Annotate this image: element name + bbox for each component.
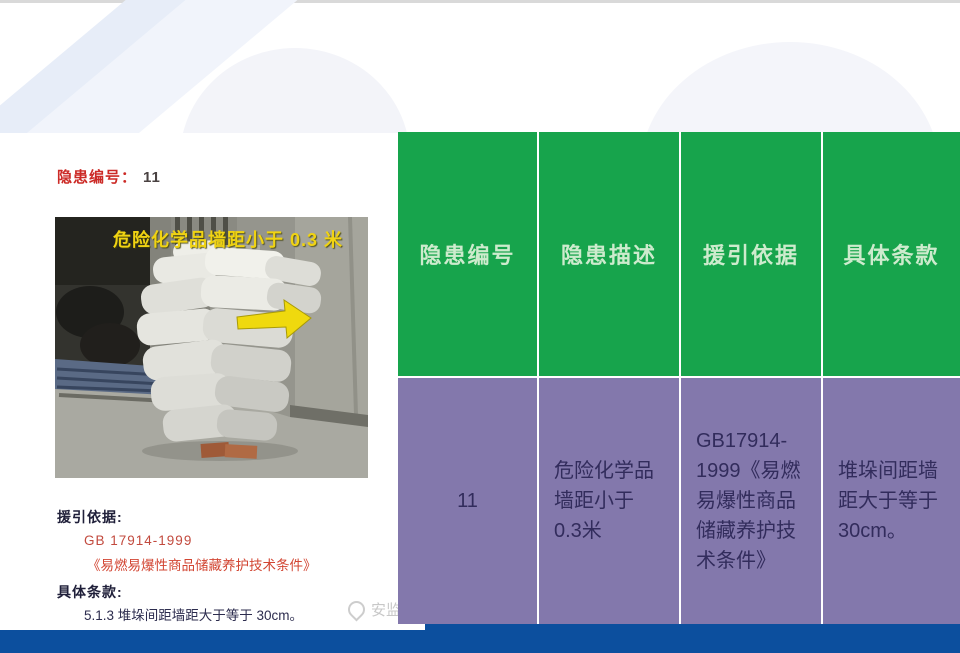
table-cell-hazard-id: 11 bbox=[398, 378, 537, 624]
photo-caption: 危险化学品墙距小于 0.3 米 bbox=[55, 226, 368, 252]
hazard-photo-illustration bbox=[55, 217, 368, 478]
citation-standard-title: 《易燃易爆性商品储藏养护技术条件》 bbox=[87, 559, 392, 574]
decor-hill bbox=[640, 42, 940, 133]
citation-clause-item: 5.1.3 堆垛间距墙距大于等于 30cm。 bbox=[84, 609, 392, 624]
hazard-number-note: 隐患编号： 11 bbox=[57, 166, 161, 187]
citation-clause-label: 具体条款: bbox=[57, 585, 392, 600]
hazard-photo: 危险化学品墙距小于 0.3 米 bbox=[55, 217, 368, 478]
table-cell-reference: GB17914- 1999《易燃 易爆性商品 储藏养护技 术条件》 bbox=[681, 378, 821, 624]
hazard-number-label: 隐患编号： bbox=[57, 169, 137, 186]
hazard-table: 隐患编号 隐患描述 援引依据 具体条款 11 危险化学品 墙距小于 0.3米 G… bbox=[398, 132, 960, 624]
table-header-clause: 具体条款 bbox=[823, 132, 960, 376]
hazard-number-value: 11 bbox=[143, 169, 161, 186]
citation-basis-label: 援引依据: bbox=[57, 510, 392, 525]
citation-standard-code: GB 17914-1999 bbox=[84, 534, 392, 549]
table-header-reference: 援引依据 bbox=[681, 132, 821, 376]
top-decoration bbox=[0, 0, 960, 133]
table-cell-clause: 堆垛间距墙 距大于等于 30cm。 bbox=[823, 378, 960, 624]
slide: 隐患编号： 11 bbox=[0, 0, 960, 653]
table-header-description: 隐患描述 bbox=[539, 132, 679, 376]
footer-bar-step bbox=[425, 624, 960, 653]
table-cell-description: 危险化学品 墙距小于 0.3米 bbox=[539, 378, 679, 624]
citation-block: 援引依据: GB 17914-1999 《易燃易爆性商品储藏养护技术条件》 具体… bbox=[57, 510, 392, 624]
table-header-hazard-id: 隐患编号 bbox=[398, 132, 537, 376]
